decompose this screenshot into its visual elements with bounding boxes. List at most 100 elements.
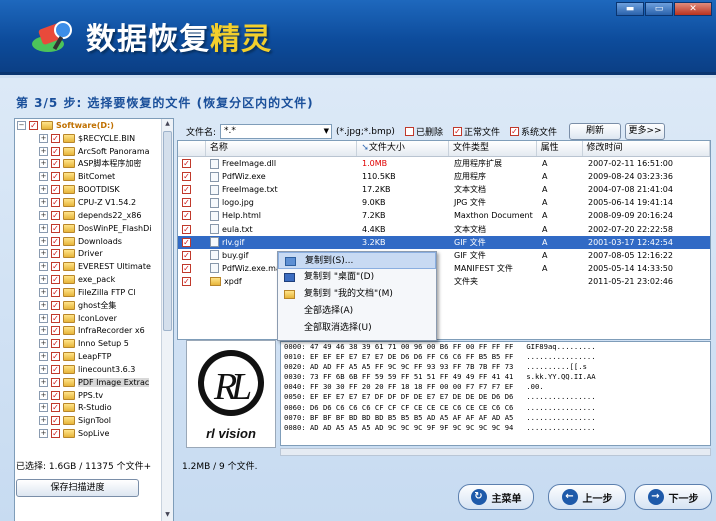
- expand-icon[interactable]: +: [39, 390, 48, 400]
- expand-icon[interactable]: +: [39, 352, 48, 362]
- hex-scrollbar[interactable]: [280, 448, 711, 456]
- tree-folder-item[interactable]: + ✓ R-Studio: [15, 402, 173, 415]
- tree-folder-item[interactable]: + ✓ ArcSoft Panorama: [15, 145, 173, 158]
- tree-folder-item[interactable]: + ✓ exe_pack: [15, 273, 173, 286]
- checkbox[interactable]: ✓: [51, 223, 60, 233]
- scroll-up-icon[interactable]: ▲: [163, 120, 172, 130]
- prev-button[interactable]: ← 上一步: [548, 484, 626, 510]
- col-name[interactable]: 名称: [206, 141, 358, 156]
- checkbox[interactable]: ✓: [51, 403, 60, 413]
- file-row[interactable]: ✓ rlv.gif 3.2KB GIF 文件 A 2001-03-17 12:42:54: [178, 235, 710, 249]
- tree-folder-item[interactable]: + ✓ ASP脚本程序加密: [15, 158, 173, 171]
- file-row[interactable]: ✓ xpdf 文件夹 2011-05-21 23:02:46: [178, 275, 710, 288]
- expand-icon[interactable]: +: [39, 326, 48, 336]
- file-checkbox[interactable]: ✓: [182, 263, 191, 273]
- tree-folder-item[interactable]: + ✓ BitComet: [15, 170, 173, 183]
- expand-icon[interactable]: +: [39, 403, 48, 413]
- checkbox[interactable]: ✓: [51, 326, 60, 336]
- file-checkbox[interactable]: ✓: [182, 237, 191, 247]
- expand-icon[interactable]: +: [39, 377, 48, 387]
- checkbox[interactable]: ✓: [51, 429, 60, 439]
- tree-folder-item[interactable]: + ✓ Driver: [15, 247, 173, 260]
- checkbox[interactable]: ✓: [51, 146, 60, 156]
- file-row[interactable]: ✓ eula.txt 4.4KB 文本文档 A 2002-07-20 22:22:58: [178, 222, 710, 235]
- expand-icon[interactable]: +: [39, 197, 48, 207]
- tree-folder-item[interactable]: + ✓ $RECYCLE.BIN: [15, 132, 173, 145]
- file-row[interactable]: ✓ logo.jpg 9.0KB JPG 文件 A 2005-06-14 19:41:14: [178, 196, 710, 209]
- expand-icon[interactable]: +: [39, 275, 48, 285]
- checkbox[interactable]: ✓: [51, 172, 60, 182]
- menu-select-all[interactable]: 全部选择(A): [278, 303, 436, 320]
- file-checkbox[interactable]: ✓: [182, 198, 191, 208]
- checkbox[interactable]: ✓: [51, 236, 60, 246]
- checkbox[interactable]: ✓: [29, 120, 38, 130]
- menu-copy-to-desktop[interactable]: 复制到 "桌面"(D): [278, 269, 436, 286]
- tree-folder-item[interactable]: + ✓ FileZilla FTP Cl: [15, 286, 173, 299]
- expand-icon[interactable]: +: [39, 249, 48, 259]
- file-checkbox[interactable]: ✓: [182, 211, 191, 221]
- file-checkbox[interactable]: ✓: [182, 224, 191, 234]
- expand-icon[interactable]: +: [39, 416, 48, 426]
- file-row[interactable]: ✓ PdfWiz.exe.man MANIFEST 文件 A 2005-05-14 14…: [178, 262, 710, 275]
- tree-folder-item[interactable]: + ✓ CPU-Z V1.54.2: [15, 196, 173, 209]
- tree-folder-item[interactable]: + ✓ PDF Image Extrac: [15, 376, 173, 389]
- expand-icon[interactable]: +: [39, 210, 48, 220]
- hex-viewer[interactable]: 0000: 47 49 46 38 39 61 71 00 96 00 B6 F…: [280, 341, 711, 446]
- checkbox[interactable]: ✓: [51, 339, 60, 349]
- checkbox[interactable]: ✓: [51, 249, 60, 259]
- file-row[interactable]: ✓ PdfWiz.exe 110.5KB 应用程序 A 2009-08-24 03:23:…: [178, 170, 710, 183]
- menu-copy-to[interactable]: 复制到(S)...: [278, 252, 436, 269]
- file-row[interactable]: ✓ FreeImage.txt 17.2KB 文本文档 A 2004-07-08 21:4…: [178, 183, 710, 196]
- tree-folder-item[interactable]: + ✓ PPS.tv: [15, 389, 173, 402]
- tree-folder-item[interactable]: + ✓ SignTool: [15, 414, 173, 427]
- tree-root-drive[interactable]: − ✓ Software(D:): [15, 119, 173, 132]
- checkbox[interactable]: ✓: [51, 416, 60, 426]
- expand-icon[interactable]: +: [39, 236, 48, 246]
- expand-icon[interactable]: −: [17, 120, 26, 130]
- tree-folder-item[interactable]: + ✓ ghost全集: [15, 299, 173, 312]
- col-size[interactable]: ➘文件大小: [357, 141, 449, 156]
- file-row[interactable]: ✓ buy.gif GIF 文件 A 2007-08-05 12:16:22: [178, 249, 710, 262]
- expand-icon[interactable]: +: [39, 185, 48, 195]
- file-checkbox[interactable]: ✓: [182, 185, 191, 195]
- checkbox[interactable]: ✓: [51, 210, 60, 220]
- checkbox[interactable]: ✓: [51, 275, 60, 285]
- file-checkbox[interactable]: ✓: [182, 250, 191, 260]
- next-button[interactable]: → 下一步: [634, 484, 712, 510]
- checkbox[interactable]: ✓: [51, 390, 60, 400]
- expand-icon[interactable]: +: [39, 146, 48, 156]
- tree-folder-item[interactable]: + ✓ LeapFTP: [15, 350, 173, 363]
- tree-folder-item[interactable]: + ✓ InfraRecorder x6: [15, 325, 173, 338]
- tree-folder-item[interactable]: + ✓ Inno Setup 5: [15, 337, 173, 350]
- file-checkbox[interactable]: ✓: [182, 172, 191, 182]
- tree-folder-item[interactable]: + ✓ IconLover: [15, 312, 173, 325]
- close-button[interactable]: ✕: [674, 2, 712, 16]
- expand-icon[interactable]: +: [39, 223, 48, 233]
- expand-icon[interactable]: +: [39, 159, 48, 169]
- tree-folder-item[interactable]: + ✓ EVEREST Ultimate: [15, 260, 173, 273]
- checkbox[interactable]: ✓: [51, 197, 60, 207]
- save-scan-button[interactable]: 保存扫描进度: [16, 479, 139, 497]
- checkbox[interactable]: ✓: [51, 262, 60, 272]
- scroll-down-icon[interactable]: ▼: [163, 511, 172, 521]
- menu-copy-to-documents[interactable]: 复制到 "我的文档"(M): [278, 286, 436, 303]
- file-row[interactable]: ✓ Help.html 7.2KB Maxthon Document A 2008-09-…: [178, 209, 710, 222]
- checkbox[interactable]: ✓: [51, 377, 60, 387]
- tree-folder-item[interactable]: + ✓ linecount3.6.3: [15, 363, 173, 376]
- file-checkbox[interactable]: ✓: [182, 159, 191, 169]
- tree-folder-item[interactable]: + ✓ DosWinPE_FlashDi: [15, 222, 173, 235]
- tree-folder-item[interactable]: + ✓ SopLive: [15, 427, 173, 440]
- checkbox[interactable]: ✓: [51, 185, 60, 195]
- tree-folder-item[interactable]: + ✓ BOOTDISK: [15, 183, 173, 196]
- expand-icon[interactable]: +: [39, 429, 48, 439]
- checkbox[interactable]: ✓: [51, 287, 60, 297]
- checkbox[interactable]: ✓: [51, 133, 60, 143]
- expand-icon[interactable]: +: [39, 339, 48, 349]
- expand-icon[interactable]: +: [39, 364, 48, 374]
- checkbox[interactable]: ✓: [51, 159, 60, 169]
- scroll-thumb[interactable]: [163, 131, 172, 331]
- more-button[interactable]: 更多>>: [625, 123, 665, 140]
- file-row[interactable]: ✓ FreeImage.dll 1.0MB 应用程序扩展 A 2007-02-11 16:…: [178, 157, 710, 170]
- checkbox[interactable]: ✓: [51, 300, 60, 310]
- expand-icon[interactable]: +: [39, 172, 48, 182]
